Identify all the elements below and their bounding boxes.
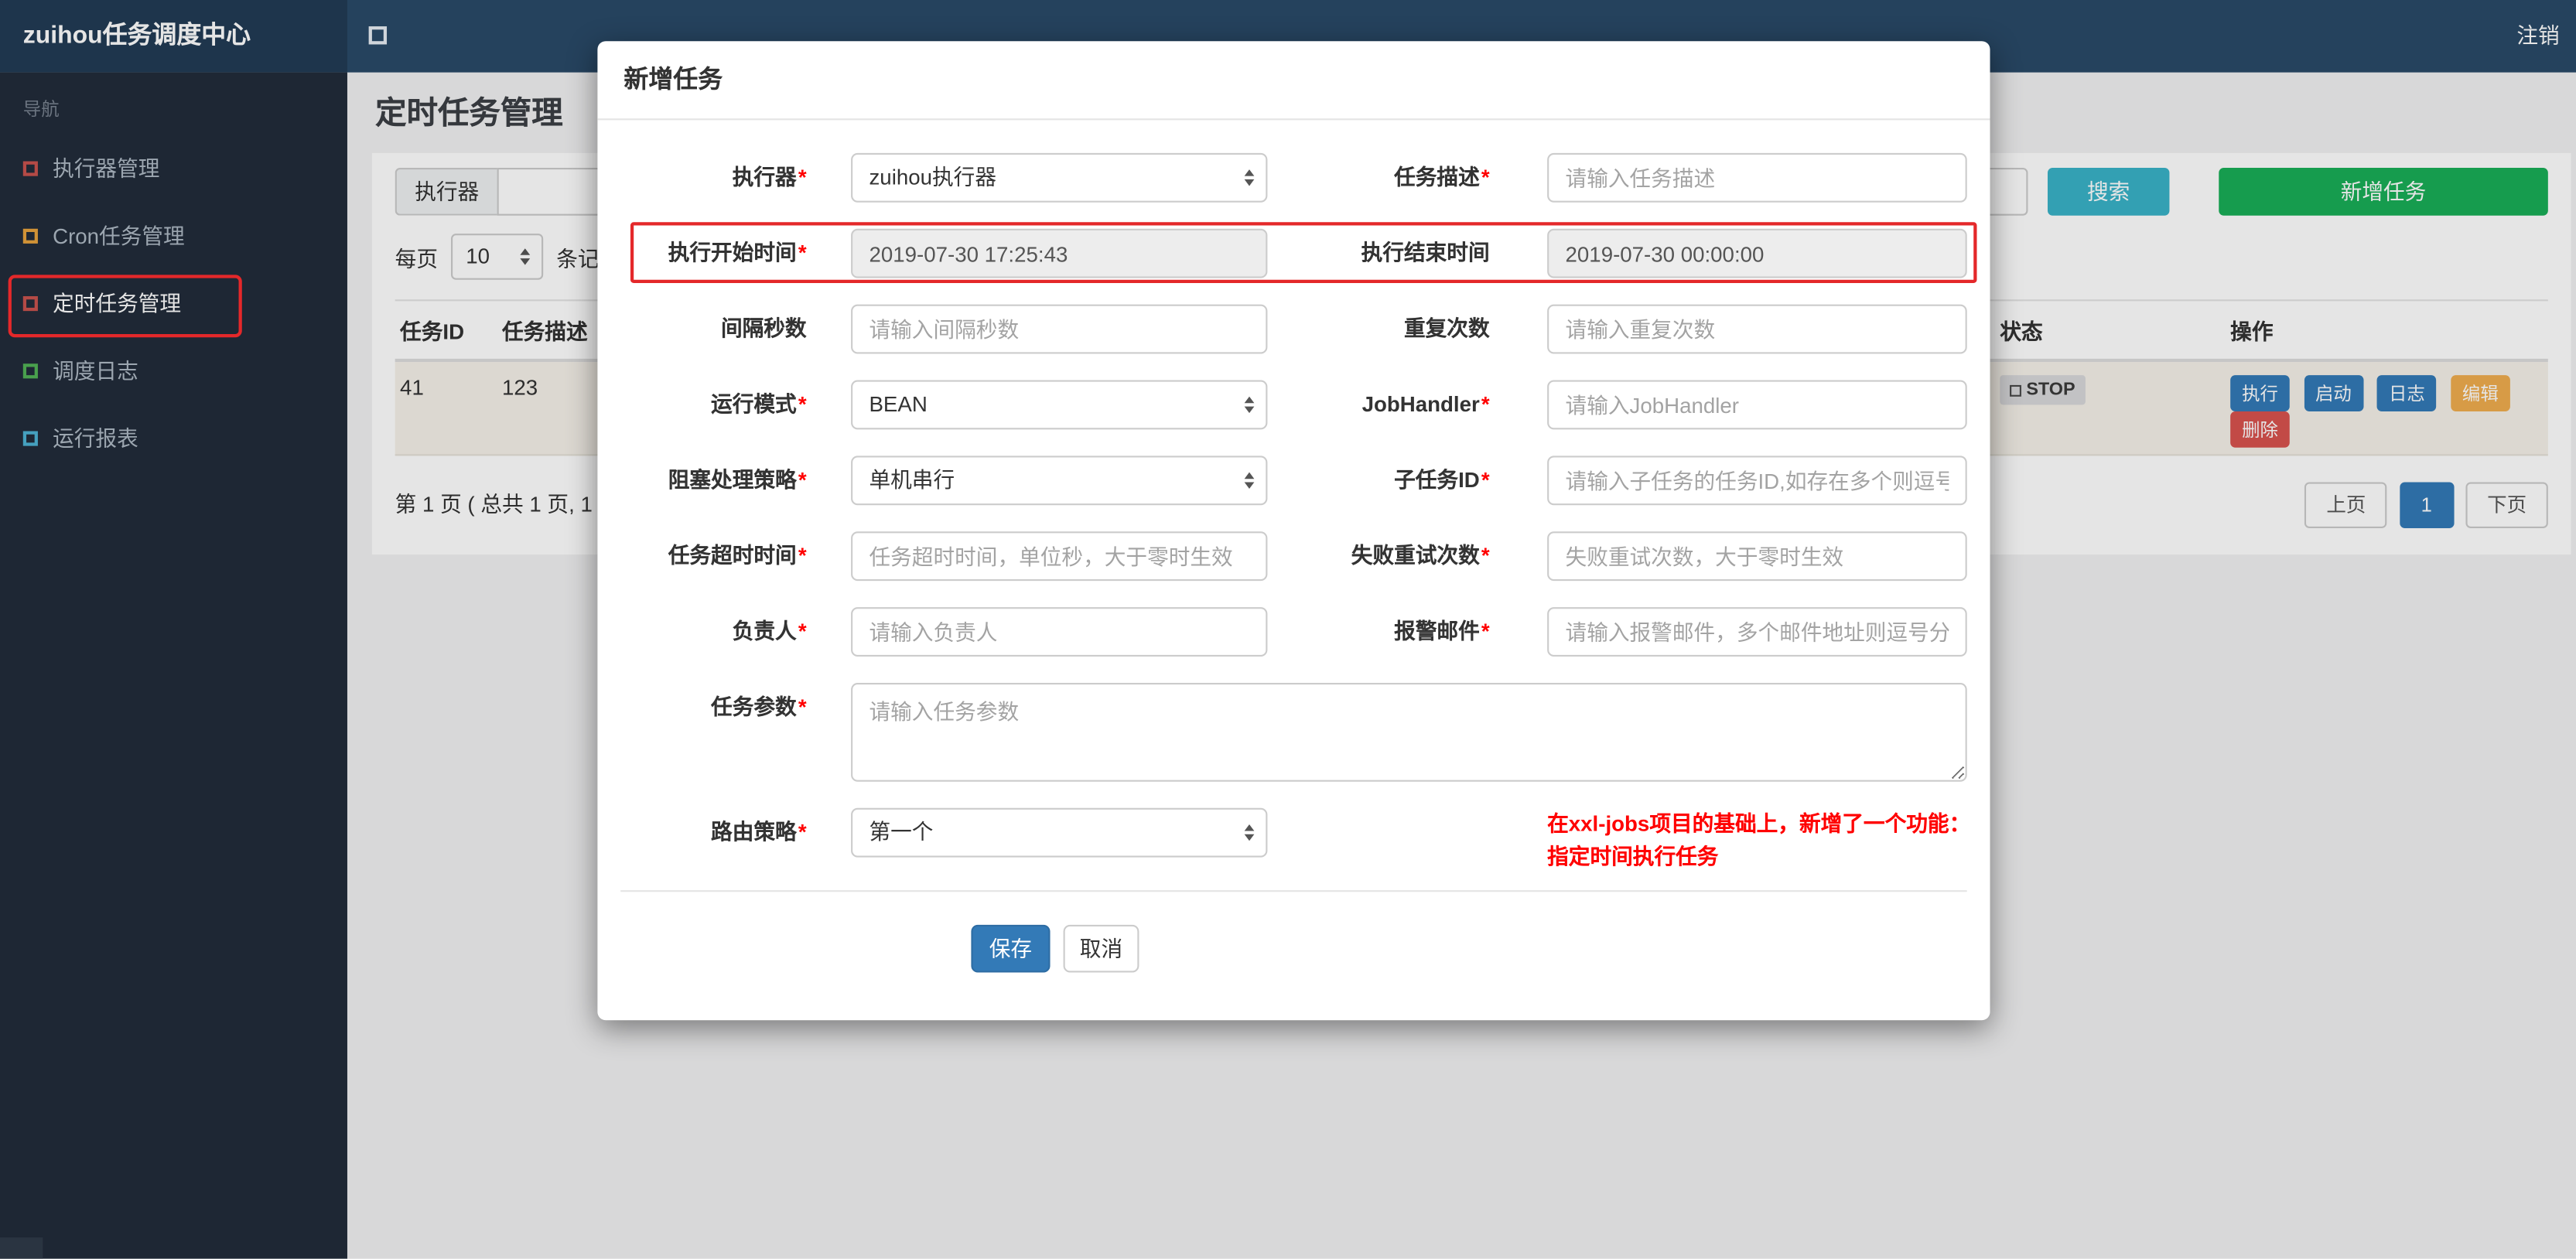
jobhandler-input[interactable] bbox=[1547, 380, 1967, 430]
save-button[interactable]: 保存 bbox=[971, 924, 1051, 973]
job-desc-input[interactable] bbox=[1547, 152, 1967, 203]
interval-input[interactable] bbox=[851, 304, 1268, 354]
route-strategy-select[interactable]: 第一个 bbox=[851, 807, 1268, 858]
modal-footer: 保存 取消 bbox=[597, 924, 1990, 973]
feature-note-line2: 指定时间执行任务 bbox=[1547, 844, 1719, 869]
route-strategy-label: 路由策略 * bbox=[711, 819, 807, 844]
run-mode-select[interactable]: BEAN bbox=[851, 380, 1268, 430]
executor-select-value: zuihou执行器 bbox=[869, 164, 996, 189]
alarm-email-label: 报警邮件 * bbox=[1394, 619, 1490, 643]
jobhandler-label: JobHandler * bbox=[1361, 391, 1490, 417]
owner-input[interactable] bbox=[851, 607, 1268, 657]
child-job-input[interactable] bbox=[1547, 455, 1967, 506]
timeout-label: 任务超时时间 * bbox=[668, 543, 807, 568]
job-desc-label: 任务描述 * bbox=[1394, 164, 1490, 189]
job-param-label: 任务参数 * bbox=[711, 694, 807, 719]
start-time-label: 执行开始时间 * bbox=[668, 240, 807, 265]
retry-label: 失败重试次数 * bbox=[1351, 543, 1490, 568]
executor-select[interactable]: zuihou执行器 bbox=[851, 152, 1268, 203]
repeat-input[interactable] bbox=[1547, 304, 1967, 354]
form-row-route: 路由策略 * 第一个 在xxl-jobs项目的基础上，新增了一个功能： 指定时间执… bbox=[597, 807, 1990, 868]
add-task-modal: 新增任务 执行器* zuihou执行器 任务描述* 执行开始时间* 执行结束时间… bbox=[597, 41, 1990, 1021]
owner-label: 负责人 * bbox=[732, 619, 807, 643]
end-time-label: 执行结束时间* bbox=[1361, 240, 1490, 265]
select-arrows-icon bbox=[1244, 169, 1255, 186]
select-arrows-icon bbox=[1244, 472, 1255, 489]
repeat-label: 重复次数* bbox=[1403, 316, 1490, 341]
end-time-input[interactable] bbox=[1547, 228, 1967, 278]
cancel-button[interactable]: 取消 bbox=[1063, 924, 1139, 973]
modal-divider bbox=[620, 890, 1967, 892]
route-strategy-select-value: 第一个 bbox=[869, 819, 934, 844]
start-time-input[interactable] bbox=[851, 228, 1268, 278]
form-row: 间隔秒数* 重复次数* bbox=[597, 304, 1990, 354]
form-row: 任务超时时间* 失败重试次数* bbox=[597, 531, 1990, 582]
run-mode-select-value: BEAN bbox=[869, 391, 928, 417]
retry-input[interactable] bbox=[1547, 531, 1967, 582]
form-row: 阻塞处理策略 * 单机串行 子任务ID * bbox=[597, 455, 1990, 506]
form-row-textarea: 任务参数 * bbox=[597, 683, 1990, 782]
block-strategy-label: 阻塞处理策略 * bbox=[668, 467, 807, 493]
form-row: 运行模式 * BEAN JobHandler * bbox=[597, 380, 1990, 430]
feature-note-line1: 在xxl-jobs项目的基础上，新增了一个功能： bbox=[1547, 811, 1971, 836]
select-arrows-icon bbox=[1244, 396, 1255, 414]
form-row: 负责人* 报警邮件* bbox=[597, 607, 1990, 657]
child-job-label: 子任务ID * bbox=[1394, 467, 1490, 493]
timeout-input[interactable] bbox=[851, 531, 1268, 582]
modal-header: 新增任务 bbox=[597, 41, 1990, 121]
block-strategy-select-value: 单机串行 bbox=[869, 467, 955, 493]
interval-label: 间隔秒数* bbox=[720, 316, 807, 341]
block-strategy-select[interactable]: 单机串行 bbox=[851, 455, 1268, 506]
modal-body: 执行器* zuihou执行器 任务描述* 执行开始时间* 执行结束时间* 间隔秒… bbox=[597, 120, 1990, 973]
screen: zuihou任务调度中心 注销 导航 执行器管理 Cron任务管理 定时任务管理… bbox=[0, 0, 2576, 1259]
feature-note: 在xxl-jobs项目的基础上，新增了一个功能： 指定时间执行任务 bbox=[1547, 808, 2008, 874]
select-arrows-icon bbox=[1244, 824, 1255, 841]
executor-label: 执行器 * bbox=[732, 164, 807, 189]
alarm-email-input[interactable] bbox=[1547, 607, 1967, 657]
form-row: 执行器 * zuihou执行器 任务描述 * bbox=[597, 152, 1990, 203]
modal-title: 新增任务 bbox=[624, 66, 723, 94]
job-param-textarea[interactable] bbox=[851, 683, 1967, 782]
form-row-highlighted: 执行开始时间* 执行结束时间* bbox=[597, 228, 1990, 278]
run-mode-label: 运行模式 * bbox=[711, 391, 807, 417]
